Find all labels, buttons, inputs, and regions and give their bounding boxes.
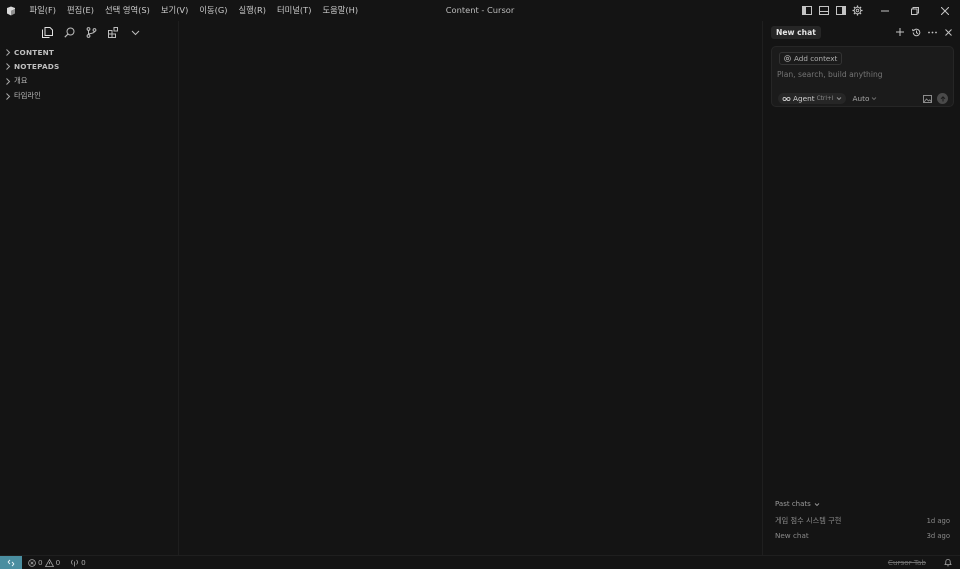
chevron-right-icon: [4, 92, 12, 100]
tree-item-label: CONTENT: [14, 47, 55, 57]
cursor-logo-icon[interactable]: [0, 0, 22, 21]
history-icon[interactable]: [908, 24, 924, 40]
past-chat-age: 3d ago: [926, 531, 950, 540]
toggle-panel-icon[interactable]: [815, 0, 832, 21]
restore-button[interactable]: [900, 0, 930, 21]
more-options-icon[interactable]: [924, 24, 940, 40]
chat-input[interactable]: [777, 70, 947, 79]
problems-indicator[interactable]: 0 0: [28, 558, 60, 567]
chevron-down-icon: [836, 97, 841, 101]
status-bar: 0 0 0 Cursor Tab: [0, 555, 960, 569]
minimize-button[interactable]: [870, 0, 900, 21]
explorer-icon[interactable]: [38, 23, 56, 41]
toggle-secondary-sidebar-icon[interactable]: [832, 0, 849, 21]
model-label: Auto: [852, 94, 870, 103]
new-chat-plus-icon[interactable]: [892, 24, 908, 40]
title-actions: [798, 0, 960, 21]
add-context-label: Add context: [794, 54, 838, 63]
ports-count: 0: [81, 558, 86, 567]
menu-terminal[interactable]: 터미널(T): [272, 0, 317, 21]
warning-icon: [44, 558, 54, 567]
tree-section-notepads[interactable]: NOTEPADS: [0, 60, 178, 75]
model-selector[interactable]: Auto: [853, 94, 878, 103]
chevron-down-icon: [872, 97, 877, 101]
primary-sidebar: CONTENT NOTEPADS 개요 타임라인: [0, 21, 179, 555]
chevron-right-icon: [4, 77, 12, 85]
at-sign-icon: [784, 55, 791, 62]
ports-indicator[interactable]: 0: [70, 558, 86, 567]
agent-mode-selector[interactable]: Agent Ctrl+I: [778, 93, 846, 104]
menu-help[interactable]: 도움말(H): [317, 0, 364, 21]
close-window-button[interactable]: [930, 0, 960, 21]
infinity-icon: [782, 96, 791, 101]
chevron-down-icon[interactable]: [126, 23, 144, 41]
antenna-icon: [71, 559, 79, 566]
chevron-down-icon: [814, 502, 820, 506]
tree-section-content[interactable]: CONTENT: [0, 45, 178, 60]
past-chat-age: 1d ago: [926, 516, 950, 525]
send-button[interactable]: [937, 93, 948, 104]
composer-right-actions: [923, 93, 948, 104]
status-right: Cursor Tab: [888, 558, 960, 567]
warning-count: 0: [55, 558, 61, 567]
close-icon: [941, 6, 949, 15]
past-chat-item[interactable]: New chat 3d ago: [775, 528, 950, 543]
restore-icon: [911, 6, 919, 15]
editor-area: [179, 21, 762, 555]
error-count: 0: [38, 558, 43, 567]
menu-go[interactable]: 이동(G): [194, 0, 233, 21]
remote-icon: [7, 559, 15, 566]
minimize-icon: [881, 10, 889, 11]
past-chats-label: Past chats: [775, 500, 811, 508]
tree-item-label: 타임라인: [14, 91, 41, 101]
menu-bar: 파일(F) 편집(E) 선택 영역(S) 보기(V) 이동(G) 실행(R) 터…: [24, 0, 364, 21]
explorer-tree: CONTENT NOTEPADS 개요 타임라인: [0, 45, 178, 103]
chevron-right-icon: [4, 63, 12, 71]
add-context-button[interactable]: Add context: [779, 52, 843, 65]
chat-header-actions: [892, 24, 956, 40]
toggle-primary-sidebar-icon[interactable]: [798, 0, 815, 21]
tree-item-label: NOTEPADS: [14, 62, 60, 72]
past-chats-toggle[interactable]: Past chats: [775, 500, 950, 508]
tree-section-outline[interactable]: 개요: [0, 74, 178, 89]
source-control-icon[interactable]: [82, 23, 100, 41]
menu-selection[interactable]: 선택 영역(S): [100, 0, 156, 21]
menu-file[interactable]: 파일(F): [24, 0, 62, 21]
past-chat-title: New chat: [775, 531, 809, 540]
past-chat-title: 게임 점수 시스템 구현: [775, 515, 842, 525]
past-chats: Past chats 게임 점수 시스템 구현 1d ago New chat …: [775, 500, 950, 543]
search-icon[interactable]: [60, 23, 78, 41]
chat-composer: Add context Agent Ctrl+I Auto: [771, 46, 954, 107]
title-bar: 파일(F) 편집(E) 선택 영역(S) 보기(V) 이동(G) 실행(R) 터…: [0, 0, 960, 21]
error-icon: [28, 558, 36, 567]
notifications-bell-icon[interactable]: [940, 558, 956, 567]
agent-label: Agent: [793, 94, 815, 103]
extensions-icon[interactable]: [104, 23, 122, 41]
menu-view[interactable]: 보기(V): [155, 0, 193, 21]
activity-bar: [0, 21, 178, 43]
image-attach-icon[interactable]: [923, 94, 932, 103]
chevron-right-icon: [4, 48, 12, 56]
arrow-up-icon: [940, 95, 945, 101]
menu-run[interactable]: 실행(R): [233, 0, 272, 21]
tree-item-label: 개요: [14, 76, 28, 86]
agent-shortcut: Ctrl+I: [816, 95, 834, 102]
close-chat-icon[interactable]: [940, 24, 956, 40]
composer-controls: Agent Ctrl+I Auto: [778, 92, 948, 105]
past-chat-item[interactable]: 게임 점수 시스템 구현 1d ago: [775, 513, 950, 528]
settings-gear-icon[interactable]: [849, 0, 866, 21]
cursor-tab-status[interactable]: Cursor Tab: [888, 558, 926, 567]
chat-header: New chat: [763, 21, 960, 43]
chat-tab-new-chat[interactable]: New chat: [771, 25, 821, 39]
chat-panel: New chat Add context Agent: [762, 21, 960, 555]
tree-section-timeline[interactable]: 타임라인: [0, 89, 178, 104]
menu-edit[interactable]: 편집(E): [62, 0, 100, 21]
remote-indicator[interactable]: [0, 555, 22, 569]
